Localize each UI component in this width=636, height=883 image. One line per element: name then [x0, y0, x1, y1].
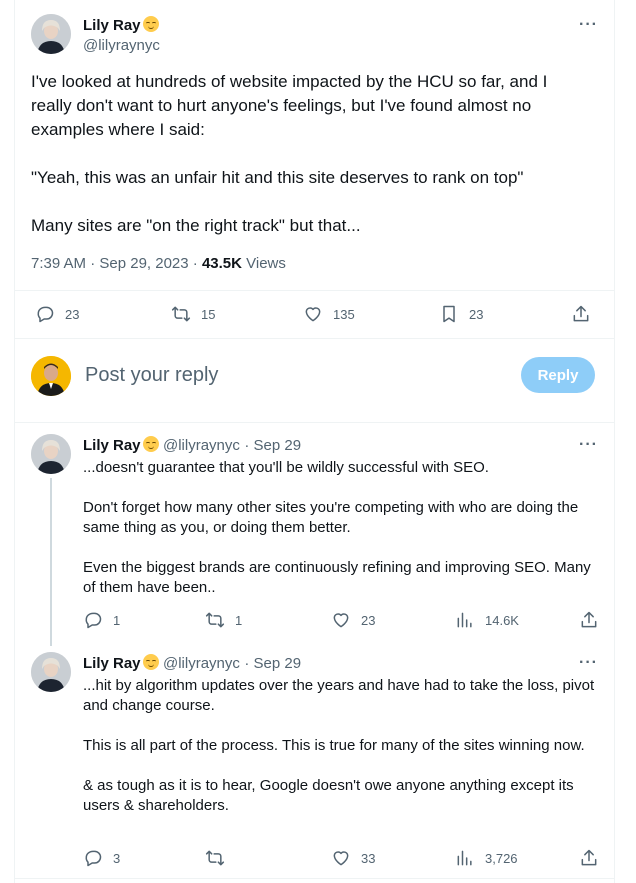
retweet-count: 1: [235, 612, 243, 628]
share-button[interactable]: [571, 304, 591, 324]
heart-icon: [305, 307, 321, 322]
tweet-text: ...hit by algorithm updates over the yea…: [83, 677, 595, 814]
share-button[interactable]: [579, 848, 599, 868]
reply-icon: [85, 612, 102, 629]
avatar[interactable]: [31, 14, 71, 54]
views-icon: [457, 612, 472, 628]
reply-count: 1: [113, 612, 121, 628]
tweet-column: Lily Ray @lilyraynyc ··· I've looked at …: [14, 0, 615, 883]
views-label: Views: [241, 255, 286, 272]
like-button[interactable]: 23: [331, 610, 375, 630]
reply-button[interactable]: 3: [83, 848, 120, 868]
share-button[interactable]: [579, 610, 599, 630]
bookmark-icon: [443, 305, 455, 323]
heart-icon: [333, 851, 349, 866]
avatar[interactable]: [31, 652, 71, 692]
views-button[interactable]: 3,726: [455, 848, 518, 868]
tweet-text: ...doesn't guarantee that you'll be wild…: [83, 459, 591, 596]
retweet-icon: [205, 612, 225, 628]
retweet-count: 15: [201, 306, 216, 322]
thread-line: [50, 478, 52, 646]
more-icon[interactable]: ···: [579, 16, 598, 34]
smirk-emoji-icon: [142, 436, 159, 452]
share-icon: [573, 305, 589, 322]
views-count: 3,726: [485, 850, 518, 866]
tweet-text: I've looked at hundreds of website impac…: [31, 72, 548, 235]
tweet-meta: 7:39 AM · Sep 29, 2023 · 43.5K Views: [31, 255, 286, 272]
views-button[interactable]: 14.6K: [455, 610, 519, 630]
retweet-button[interactable]: 1: [205, 610, 242, 630]
author-handle[interactable]: @lilyraynyc: [163, 655, 240, 672]
like-count: 33: [361, 850, 376, 866]
author-handle[interactable]: @lilyraynyc: [83, 37, 160, 54]
divider: [15, 338, 614, 339]
author-name[interactable]: Lily Ray: [83, 437, 141, 454]
reply-icon: [37, 306, 54, 323]
retweet-icon: [171, 306, 191, 322]
smirk-emoji-icon: [142, 16, 159, 32]
author-handle[interactable]: @lilyraynyc: [163, 437, 240, 454]
reply-submit-button[interactable]: Reply: [521, 357, 595, 393]
more-icon[interactable]: ···: [579, 436, 598, 454]
more-icon[interactable]: ···: [579, 654, 598, 672]
reply-button[interactable]: 23: [35, 304, 79, 324]
views-count: 43.5K: [201, 255, 242, 272]
reply-count: 3: [113, 850, 121, 866]
divider: [15, 290, 614, 291]
author-name[interactable]: Lily Ray: [83, 655, 141, 672]
tweet-date[interactable]: · Sep 29: [244, 655, 301, 672]
tweet-date[interactable]: · Sep 29: [244, 437, 301, 454]
reply-button[interactable]: 1: [83, 610, 120, 630]
reply-input[interactable]: Post your reply: [85, 364, 218, 387]
like-count: 135: [333, 306, 355, 322]
heart-icon: [333, 613, 349, 628]
tweet-time[interactable]: 7:39 AM · Sep 29, 2023 ·: [31, 255, 202, 272]
smirk-emoji-icon: [142, 654, 159, 670]
bookmark-count: 23: [469, 306, 484, 322]
like-count: 23: [361, 612, 376, 628]
views-count: 14.6K: [485, 612, 519, 628]
retweet-button[interactable]: [205, 848, 235, 868]
like-button[interactable]: 135: [303, 304, 355, 324]
share-icon: [581, 849, 597, 866]
author-name[interactable]: Lily Ray: [83, 17, 141, 34]
avatar[interactable]: [31, 356, 71, 396]
bookmark-button[interactable]: 23: [439, 304, 483, 324]
divider: [15, 878, 614, 879]
retweet-icon: [205, 850, 225, 866]
avatar[interactable]: [31, 434, 71, 474]
reply-icon: [85, 850, 102, 867]
views-icon: [457, 850, 472, 866]
share-icon: [581, 611, 597, 628]
retweet-button[interactable]: 15: [171, 304, 215, 324]
reply-count: 23: [65, 306, 80, 322]
like-button[interactable]: 33: [331, 848, 375, 868]
divider: [15, 422, 614, 423]
